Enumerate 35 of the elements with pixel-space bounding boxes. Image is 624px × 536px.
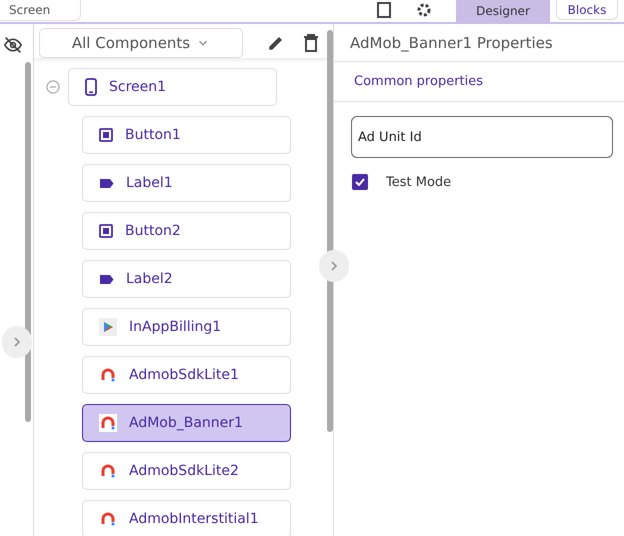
scrollbar[interactable] bbox=[327, 30, 333, 432]
tree-item[interactable]: InAppBilling1 bbox=[82, 308, 291, 346]
scrollbar[interactable] bbox=[25, 62, 31, 422]
button-component-icon bbox=[99, 128, 113, 142]
tag-icon bbox=[99, 274, 114, 284]
tree-item[interactable]: Screen1 bbox=[68, 68, 277, 106]
ad-logo-icon bbox=[99, 510, 117, 528]
ad-logo-icon bbox=[99, 366, 117, 384]
checkmark-icon bbox=[355, 178, 365, 186]
tree-item[interactable]: AdmobSdkLite2 bbox=[82, 452, 291, 490]
tab[interactable]: Designer bbox=[456, 0, 550, 22]
tree-item[interactable]: Button2 bbox=[82, 212, 291, 250]
phone-icon bbox=[85, 78, 97, 96]
tree-item[interactable]: AdmobSdkLite1 bbox=[82, 356, 291, 394]
panel-title: AdMob_Banner1 Properties bbox=[334, 24, 624, 62]
checkbox[interactable] bbox=[352, 174, 368, 190]
tree-item[interactable]: Button1 bbox=[82, 116, 291, 154]
section-heading[interactable]: Common properties bbox=[334, 62, 624, 102]
edit-icon[interactable] bbox=[267, 34, 285, 52]
delete-icon[interactable] bbox=[303, 34, 319, 52]
components-filter-dropdown[interactable]: All Components bbox=[39, 28, 243, 58]
screen-dropdown[interactable]: Screen bbox=[0, 0, 82, 21]
tree-item[interactable]: Label2 bbox=[82, 260, 291, 298]
tab[interactable]: Blocks bbox=[556, 0, 618, 20]
tree-item[interactable]: Label1 bbox=[82, 164, 291, 202]
input-field[interactable]: Ad Unit Id bbox=[351, 116, 613, 158]
button-component-icon bbox=[99, 224, 113, 238]
checkbox-label: Test Mode bbox=[386, 174, 452, 190]
tree-item[interactable]: AdmobInterstitial1 bbox=[82, 500, 291, 536]
tree-item[interactable]: AdMob_Banner1 bbox=[82, 404, 291, 442]
ad-logo-icon bbox=[99, 414, 117, 432]
play-store-icon bbox=[99, 318, 117, 336]
ad-logo-icon bbox=[99, 462, 117, 480]
tag-icon bbox=[99, 178, 114, 188]
hidden-eye-icon[interactable] bbox=[3, 36, 23, 54]
